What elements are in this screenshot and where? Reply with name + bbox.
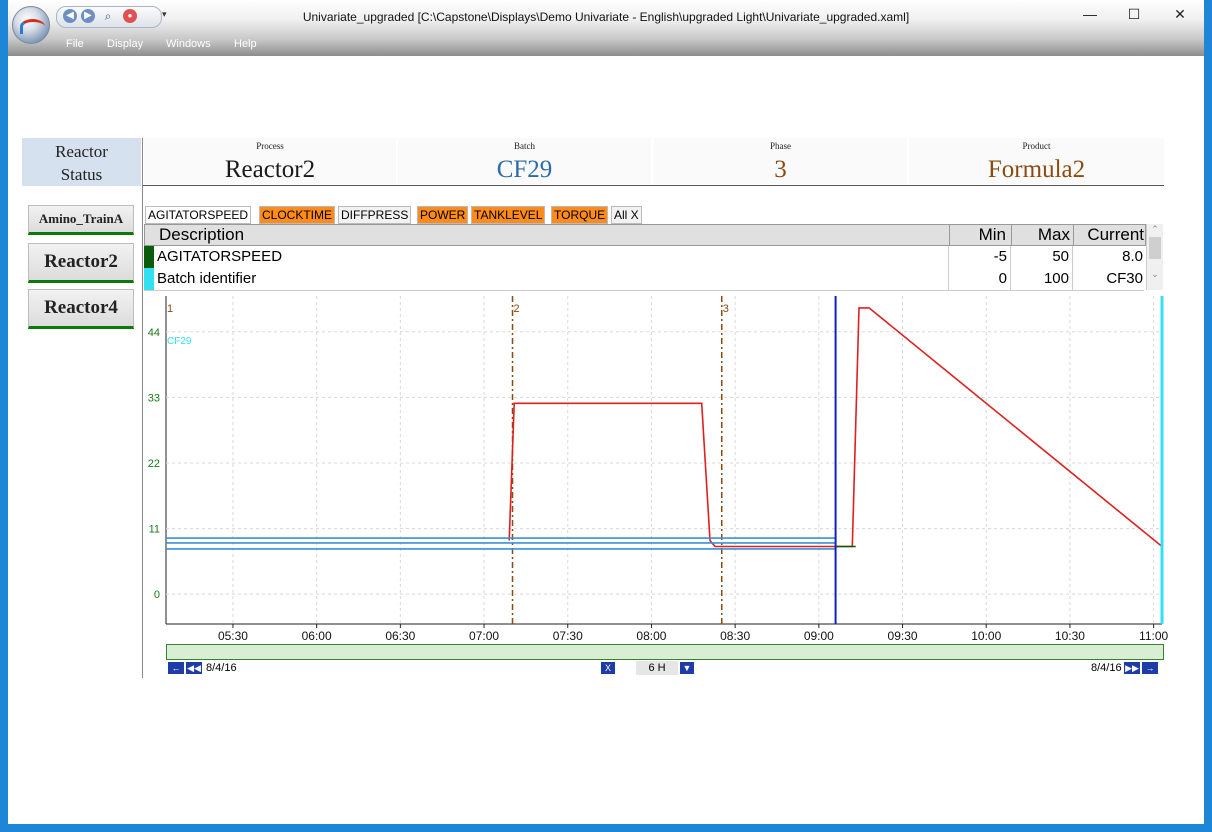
y-tick-label: 44 bbox=[148, 327, 160, 339]
x-tick-label: 11:00 bbox=[1139, 629, 1168, 643]
x-tick-label: 06:00 bbox=[302, 629, 332, 643]
phase-marker-label: 2 bbox=[514, 303, 520, 315]
x-tick-label: 07:00 bbox=[469, 629, 499, 643]
fast-forward-icon[interactable]: ▶▶ bbox=[1124, 662, 1140, 674]
x-tick-label: 06:30 bbox=[385, 629, 415, 643]
zoom-close-button[interactable]: X bbox=[601, 662, 615, 674]
start-date: 8/4/16 bbox=[206, 662, 237, 674]
x-tick-label: 05:30 bbox=[218, 629, 248, 643]
application-window: ◀ ▶ ⌕ ● ▾ Univariate_upgraded [C:\Capsto… bbox=[8, 0, 1204, 824]
x-tick-label: 09:00 bbox=[804, 629, 834, 643]
y-tick-label: 0 bbox=[154, 589, 160, 601]
batch-label: CF29 bbox=[167, 336, 192, 347]
pan-right-icon[interactable]: → bbox=[1142, 662, 1158, 674]
trend-chart[interactable]: 05:30 06:00 06:30 07:00 07:30 08:00 08:30 09:00… bbox=[8, 0, 1204, 660]
phase-marker-label: 1 bbox=[167, 303, 173, 315]
range-value: 6 H bbox=[648, 662, 666, 674]
x-tick-label: 09:30 bbox=[888, 629, 918, 643]
end-date: 8/4/16 bbox=[1091, 662, 1122, 674]
x-tick-label: 08:30 bbox=[720, 629, 750, 643]
plot-area bbox=[166, 296, 1162, 624]
phase-marker-label: 3 bbox=[723, 303, 729, 315]
x-tick-label: 10:00 bbox=[971, 629, 1001, 643]
time-scrollbar[interactable] bbox=[166, 644, 1164, 660]
fast-back-icon[interactable]: ◀◀ bbox=[186, 662, 202, 674]
range-select[interactable]: 6 H bbox=[636, 661, 678, 675]
y-tick-label: 22 bbox=[148, 458, 160, 470]
range-dropdown-icon[interactable]: ▼ bbox=[680, 662, 694, 674]
y-tick-label: 33 bbox=[148, 392, 160, 404]
x-tick-label: 07:30 bbox=[553, 629, 583, 643]
y-tick-label: 11 bbox=[149, 524, 160, 536]
pan-left-icon[interactable]: ← bbox=[168, 662, 184, 674]
x-tick-label: 08:00 bbox=[636, 629, 666, 643]
x-tick-label: 10:30 bbox=[1055, 629, 1085, 643]
